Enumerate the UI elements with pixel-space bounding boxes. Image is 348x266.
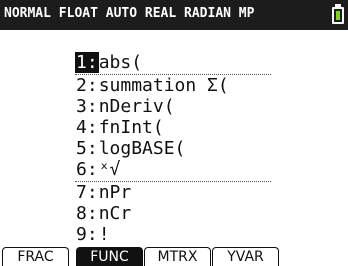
menu-item-number: 3: — [76, 96, 98, 117]
status-bar: NORMAL FLOAT AUTO REAL RADIAN MP — [0, 0, 348, 30]
menu-item-label: fnInt( — [98, 117, 164, 138]
battery-level — [336, 11, 340, 20]
menu-item-number: 8: — [76, 203, 98, 224]
menu-item-number: 7: — [76, 182, 98, 203]
menu-item-label: logBASE( — [98, 138, 186, 159]
menu-item-number: 6: — [76, 159, 98, 180]
menu-item-number: 2: — [76, 75, 98, 96]
menu-item-summation[interactable]: 2:summation Σ( — [75, 75, 271, 96]
menu-item-label: nDeriv( — [98, 96, 175, 117]
menu-item-label: ˣ√ — [98, 159, 121, 180]
menu-item-label: ! — [98, 224, 110, 245]
menu-item-nderiv[interactable]: 3:nDeriv( — [75, 96, 271, 117]
menu-item-abs[interactable]: 1:abs( — [75, 52, 271, 73]
menu-item-number: 9: — [76, 224, 98, 245]
tab-mtrx[interactable]: MTRX — [144, 247, 211, 266]
tab-func[interactable]: FUNC — [76, 247, 143, 266]
menu-item-label: abs( — [98, 52, 143, 73]
menu-item-number: 5: — [76, 138, 98, 159]
menu-item-label: nCr — [98, 203, 132, 224]
menu-item-number: 1: — [75, 52, 99, 73]
tab-frac[interactable]: FRAC — [2, 247, 69, 266]
menu-item-factorial[interactable]: 9:! — [75, 224, 271, 245]
mode-status-text: NORMAL FLOAT AUTO REAL RADIAN MP — [4, 6, 255, 21]
menu-item-ncr[interactable]: 8:nCr — [75, 203, 271, 224]
menu-item-fnint[interactable]: 4:fnInt( — [75, 117, 271, 138]
menu-item-xroot[interactable]: 6:ˣ√ — [75, 159, 271, 180]
menu-item-logbase[interactable]: 5:logBASE( — [75, 138, 271, 159]
softkey-bar: FRAC FUNC MTRX YVAR — [0, 247, 348, 266]
menu-item-npr[interactable]: 7:nPr — [75, 182, 271, 203]
func-menu: 1:abs( 2:summation Σ( 3:nDeriv( 4:fnInt(… — [75, 52, 271, 248]
menu-item-label: summation Σ( — [98, 75, 229, 96]
menu-item-number: 4: — [76, 117, 98, 138]
battery-icon — [332, 7, 344, 24]
tab-yvar[interactable]: YVAR — [212, 247, 279, 266]
menu-item-label: nPr — [98, 182, 132, 203]
